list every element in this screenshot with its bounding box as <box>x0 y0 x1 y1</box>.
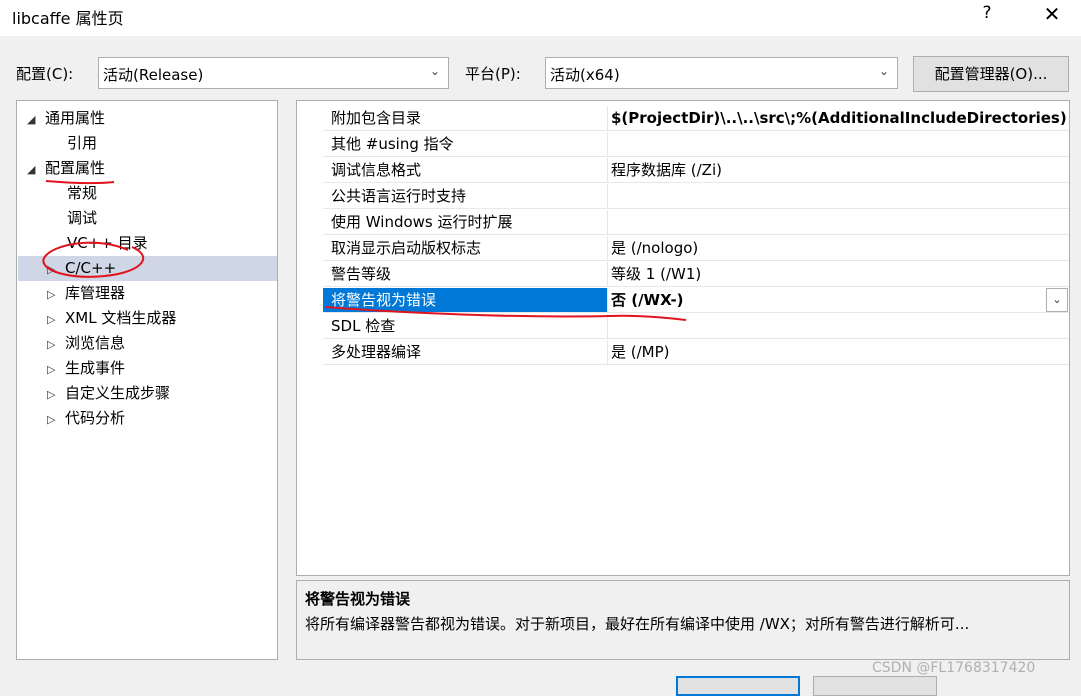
grid-row[interactable]: 附加包含目录 $(ProjectDir)\..\..\src\;%(Additio… <box>297 106 1069 132</box>
ok-button[interactable] <box>676 676 800 696</box>
platform-label: 平台(P): <box>465 65 521 83</box>
expander-icon[interactable]: ◢ <box>27 157 45 182</box>
config-label: 配置(C): <box>16 65 74 83</box>
tree-item-label: 生成事件 <box>65 359 126 377</box>
grid-row[interactable]: 多处理器编译是 (/MP) <box>297 340 1069 366</box>
property-value[interactable] <box>608 184 1069 209</box>
tree-item-general[interactable]: 常规 <box>67 181 97 206</box>
row-gutter <box>297 340 323 366</box>
tree-item-label: 浏览信息 <box>65 334 126 352</box>
expander-icon[interactable]: ▷ <box>47 257 65 282</box>
close-button[interactable]: ✕ <box>1040 2 1064 26</box>
row-gutter <box>297 314 323 340</box>
property-name: 使用 Windows 运行时扩展 <box>323 210 608 235</box>
tree-item-label: 调试 <box>67 209 98 227</box>
description-title: 将警告视为错误 <box>305 590 411 608</box>
title-bar: libcaffe 属性页 ? ✕ <box>0 0 1081 36</box>
expander-icon[interactable]: ▷ <box>47 382 65 407</box>
expander-icon[interactable]: ◢ <box>27 107 45 132</box>
grid-row[interactable]: SDL 检查 <box>297 314 1069 340</box>
config-dropdown[interactable]: 活动(Release) ⌄ <box>98 57 449 89</box>
row-gutter <box>297 132 323 158</box>
tree-item-label: 自定义生成步骤 <box>65 384 171 402</box>
property-value[interactable]: 否 (/WX-) <box>608 288 1069 313</box>
chevron-down-icon: ⌄ <box>878 64 889 78</box>
tree-item-label: 常规 <box>67 184 98 202</box>
tree-item-xml-doc-generator[interactable]: ▷ XML 文档生成器 <box>47 306 176 331</box>
property-value[interactable] <box>608 314 1069 339</box>
expander-icon[interactable]: ▷ <box>47 407 65 432</box>
tree-item-label: 代码分析 <box>65 409 126 427</box>
cancel-button[interactable] <box>813 676 937 696</box>
property-name: 将警告视为错误 <box>323 288 608 313</box>
property-name: 取消显示启动版权标志 <box>323 236 608 261</box>
tree-item-label: 库管理器 <box>65 284 126 302</box>
chevron-down-icon: ⌄ <box>429 64 440 78</box>
expander-icon[interactable]: ▷ <box>47 332 65 357</box>
property-name: 附加包含目录 <box>323 106 608 131</box>
expander-icon[interactable]: ▷ <box>47 357 65 382</box>
tree-item-configuration-properties[interactable]: ◢ 配置属性 <box>27 156 105 181</box>
help-button[interactable]: ? <box>975 3 999 23</box>
property-name: 其他 #using 指令 <box>323 132 608 157</box>
property-value[interactable]: 程序数据库 (/Zi) <box>608 158 1069 183</box>
description-panel: 将警告视为错误 将所有编译器警告都视为错误。对于新项目，最好在所有编译中使用 /… <box>296 580 1070 660</box>
property-name: 多处理器编译 <box>323 340 608 365</box>
tree-item-label: 引用 <box>67 134 98 152</box>
tree-item-label: VC++ 目录 <box>67 234 148 252</box>
config-value: 活动(Release) <box>103 66 204 84</box>
tree-item-c-cpp[interactable]: ▷ C/C++ <box>47 256 116 281</box>
tree-item-label: 配置属性 <box>45 159 106 177</box>
tree-item-librarian[interactable]: ▷ 库管理器 <box>47 281 125 306</box>
property-name: 调试信息格式 <box>323 158 608 183</box>
tree-item-label: XML 文档生成器 <box>65 309 177 327</box>
tree-item-label: C/C++ <box>65 259 117 277</box>
window-title: libcaffe 属性页 <box>12 9 124 28</box>
tree-item-label: 通用属性 <box>45 109 106 127</box>
grid-row-selected[interactable]: 将警告视为错误否 (/WX-) ⌄ <box>297 288 1069 314</box>
grid-row[interactable]: 其他 #using 指令 <box>297 132 1069 158</box>
property-name: 警告等级 <box>323 262 608 287</box>
grid-row[interactable]: 公共语言运行时支持 <box>297 184 1069 210</box>
chevron-down-icon[interactable]: ⌄ <box>1046 288 1068 312</box>
tree-item-build-events[interactable]: ▷ 生成事件 <box>47 356 125 381</box>
description-text: 将所有编译器警告都视为错误。对于新项目，最好在所有编译中使用 /WX；对所有警告… <box>305 615 970 633</box>
grid-row[interactable]: 调试信息格式 程序数据库 (/Zi) <box>297 158 1069 184</box>
property-grid: 附加包含目录 $(ProjectDir)\..\..\src\;%(Additio… <box>296 100 1070 576</box>
property-value[interactable] <box>608 132 1069 157</box>
tree-item-browse-info[interactable]: ▷ 浏览信息 <box>47 331 125 356</box>
watermark: CSDN @FL1768317420 <box>872 660 1036 676</box>
configuration-manager-button[interactable]: 配置管理器(O)... <box>913 56 1069 92</box>
tree-item-custom-build-step[interactable]: ▷ 自定义生成步骤 <box>47 381 170 406</box>
grid-row[interactable]: 警告等级 等级 1 (/W1) <box>297 262 1069 288</box>
row-gutter <box>297 158 323 184</box>
property-tree: ◢ 通用属性 引用 ◢ 配置属性 常规 调试 VC++ 目录 ▷ C/C++ ▷ 库管理… <box>16 100 278 660</box>
property-name: 公共语言运行时支持 <box>323 184 608 209</box>
row-gutter <box>297 210 323 236</box>
tree-item-references[interactable]: 引用 <box>67 131 97 156</box>
expander-icon[interactable]: ▷ <box>47 307 65 332</box>
tree-item-common-properties[interactable]: ◢ 通用属性 <box>27 106 105 131</box>
row-gutter <box>297 106 323 132</box>
property-value[interactable]: 等级 1 (/W1) <box>608 262 1069 287</box>
property-name: SDL 检查 <box>323 314 608 339</box>
row-gutter <box>297 288 323 314</box>
property-value[interactable]: $(ProjectDir)\..\..\src\;%(AdditionalInc… <box>608 106 1069 131</box>
property-value[interactable] <box>608 210 1069 235</box>
row-gutter <box>297 236 323 262</box>
row-gutter <box>297 184 323 210</box>
platform-value: 活动(x64) <box>550 66 620 84</box>
tree-item-code-analysis[interactable]: ▷ 代码分析 <box>47 406 125 431</box>
grid-row[interactable]: 使用 Windows 运行时扩展 <box>297 210 1069 236</box>
expander-icon[interactable]: ▷ <box>47 282 65 307</box>
row-gutter <box>297 262 323 288</box>
tree-item-debugging[interactable]: 调试 <box>67 206 97 231</box>
property-value[interactable]: 是 (/MP) <box>608 340 1069 365</box>
grid-row[interactable]: 取消显示启动版权标志是 (/nologo) <box>297 236 1069 262</box>
tree-item-vc-directories[interactable]: VC++ 目录 <box>67 231 148 256</box>
platform-dropdown[interactable]: 活动(x64) ⌄ <box>545 57 898 89</box>
property-value[interactable]: 是 (/nologo) <box>608 236 1069 261</box>
